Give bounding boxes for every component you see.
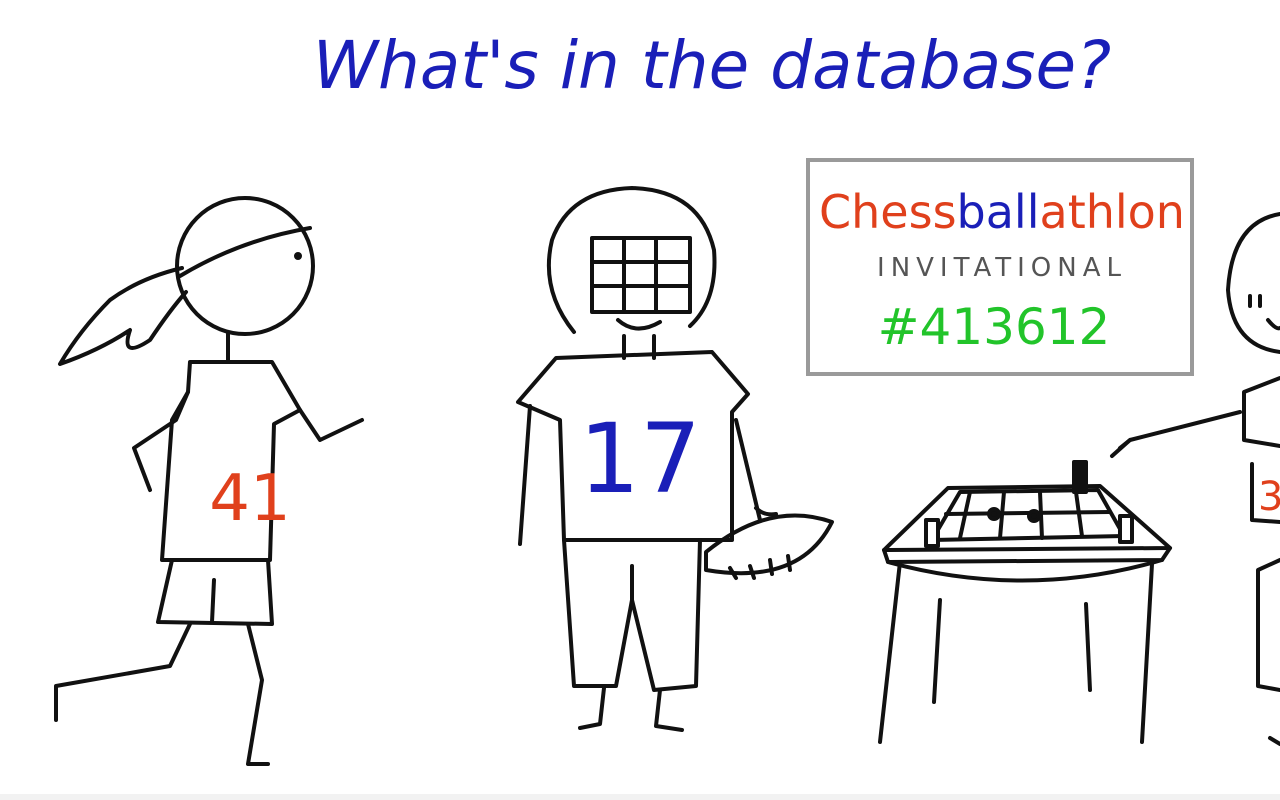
football-jersey-number: 17	[579, 403, 701, 515]
page-title: What's in the database?	[313, 27, 1111, 104]
sign-subtitle: INVITATIONAL	[877, 253, 1127, 283]
whiteboard-scene: What's in the database? 41 17 Chessballa…	[54, 27, 1280, 766]
runner-jersey-number: 41	[209, 462, 290, 536]
sign-word-ball: ball	[957, 185, 1040, 239]
chess-player-head	[1226, 212, 1280, 354]
sign-number: #413612	[878, 298, 1111, 356]
chess-player-jersey-number: 3	[1258, 474, 1280, 520]
chess-table	[878, 460, 1172, 744]
sign-word-athlon: athlon	[1040, 185, 1185, 239]
sign-event-name: Chessballathlon	[819, 185, 1185, 239]
sign-word-chess: Chess	[819, 185, 957, 239]
video-bottom-strip	[0, 794, 1280, 800]
event-sign: Chessballathlon INVITATIONAL #413612	[806, 158, 1194, 376]
